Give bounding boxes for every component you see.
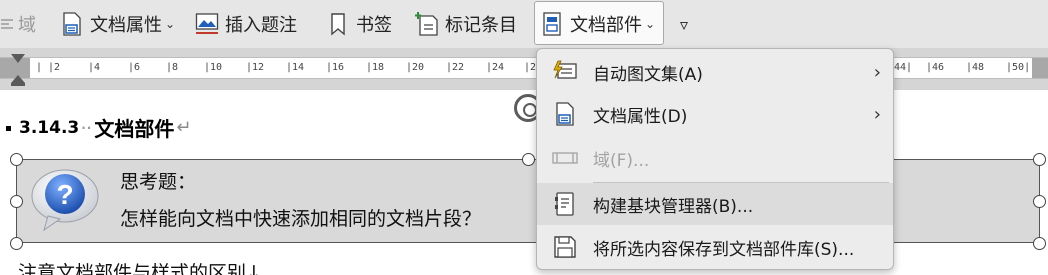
ruler-right-margin	[1032, 58, 1048, 78]
ruler-tick: |10	[204, 62, 223, 73]
indent-marker-icon[interactable]	[8, 53, 28, 87]
doc-parts-menu: 自动图文集(A) › 文档属性(D) › 域(F)... 构建基块管理器(B).…	[536, 48, 894, 270]
resize-handle[interactable]	[1033, 195, 1046, 208]
ruler-tick: |22	[446, 62, 465, 73]
ruler-tick: |46	[926, 62, 945, 73]
menu-item-label: 构建基块管理器(B)...	[593, 196, 754, 217]
ruler-tick: |4	[88, 62, 101, 73]
field-icon	[551, 144, 579, 172]
ruler-tick: |18	[366, 62, 385, 73]
save-icon	[551, 233, 579, 261]
menu-item-field[interactable]: 域(F)...	[537, 137, 893, 179]
insert-caption-icon	[195, 11, 219, 37]
menu-item-autotext[interactable]: 自动图文集(A) ›	[537, 51, 893, 93]
ruler-tick: |12	[246, 62, 265, 73]
ruler-tick: |16	[326, 62, 345, 73]
chevron-right-icon: ›	[873, 61, 881, 83]
heading-dots: ··	[81, 120, 93, 135]
doc-parts-label: 文档部件	[570, 15, 642, 36]
body-text: 注意文档部件与样式的区别↓	[18, 262, 262, 275]
menu-item-label: 将所选内容保存到文档部件库(S)...	[593, 239, 855, 260]
doc-properties-button[interactable]: 文档属性 ⌄	[60, 0, 175, 48]
ruler-tick: |8	[166, 62, 179, 73]
more-options-button[interactable]: ▿	[680, 0, 688, 48]
menu-item-building-blocks[interactable]: 构建基块管理器(B)...	[537, 183, 893, 225]
heading-bullet	[6, 126, 11, 131]
mark-entry-icon	[415, 11, 439, 37]
paragraph-mark: ↵	[176, 117, 192, 138]
section-heading[interactable]: 3.14.3 ·· 文档部件 ↵	[6, 113, 191, 142]
think-question: 怎样能向文档中快速添加相同的文档片段？	[120, 208, 482, 230]
document-property-icon	[60, 11, 84, 37]
resize-handle[interactable]	[10, 195, 23, 208]
doc-properties-label: 文档属性	[90, 15, 162, 36]
ruler-tick: |50|	[1006, 62, 1031, 73]
insert-caption-label: 插入题注	[225, 15, 297, 36]
menu-item-save-selection[interactable]: 将所选内容保存到文档部件库(S)...	[537, 226, 893, 268]
field-label: 域	[18, 15, 36, 36]
building-blocks-icon	[551, 190, 579, 218]
doc-parts-button[interactable]: 文档部件 ⌄	[540, 0, 655, 48]
heading-text: 文档部件	[94, 117, 175, 141]
field-button[interactable]: 域	[0, 0, 36, 48]
svg-text:?: ?	[56, 179, 73, 210]
ruler-tick: |6	[128, 62, 141, 73]
chevron-down-icon: ⌄	[645, 17, 656, 31]
field-icon	[0, 11, 14, 37]
ruler-tick: 44|	[894, 62, 913, 73]
think-title: 思考题：	[120, 171, 197, 193]
resize-handle[interactable]	[1033, 237, 1046, 250]
menu-item-doc-properties[interactable]: 文档属性(D) ›	[537, 93, 893, 135]
bookmark-button[interactable]: 书签	[326, 0, 392, 48]
ruler-tick: |48	[966, 62, 985, 73]
resize-handle[interactable]	[10, 153, 23, 166]
resize-handle[interactable]	[522, 153, 535, 166]
bookmark-label: 书签	[356, 15, 392, 36]
document-property-icon	[551, 100, 579, 128]
menu-item-label: 自动图文集(A)	[593, 64, 703, 85]
mark-entry-label: 标记条目	[445, 15, 517, 36]
doc-parts-icon	[540, 11, 564, 37]
ruler-tick: |14	[286, 62, 305, 73]
autotext-icon	[551, 58, 579, 86]
mark-entry-button[interactable]: 标记条目	[415, 0, 517, 48]
resize-handle[interactable]	[10, 237, 23, 250]
menu-item-label: 文档属性(D)	[593, 106, 688, 127]
chevron-down-icon: ⌄	[165, 17, 176, 31]
resize-handle[interactable]	[1033, 153, 1046, 166]
question-bubble-icon: ?	[31, 169, 99, 232]
insert-caption-button[interactable]: 插入题注	[195, 0, 297, 48]
bookmark-icon	[326, 11, 350, 37]
chevron-right-icon: ›	[873, 103, 881, 125]
chevron-down-icon: ▿	[680, 14, 689, 34]
ruler-tick: |	[36, 62, 43, 73]
menu-item-label: 域(F)...	[593, 150, 650, 171]
ruler-tick: |20	[406, 62, 425, 73]
ruler-tick: |2	[48, 62, 61, 73]
ruler-tick: |24	[486, 62, 505, 73]
heading-number: 3.14.3	[19, 117, 80, 138]
